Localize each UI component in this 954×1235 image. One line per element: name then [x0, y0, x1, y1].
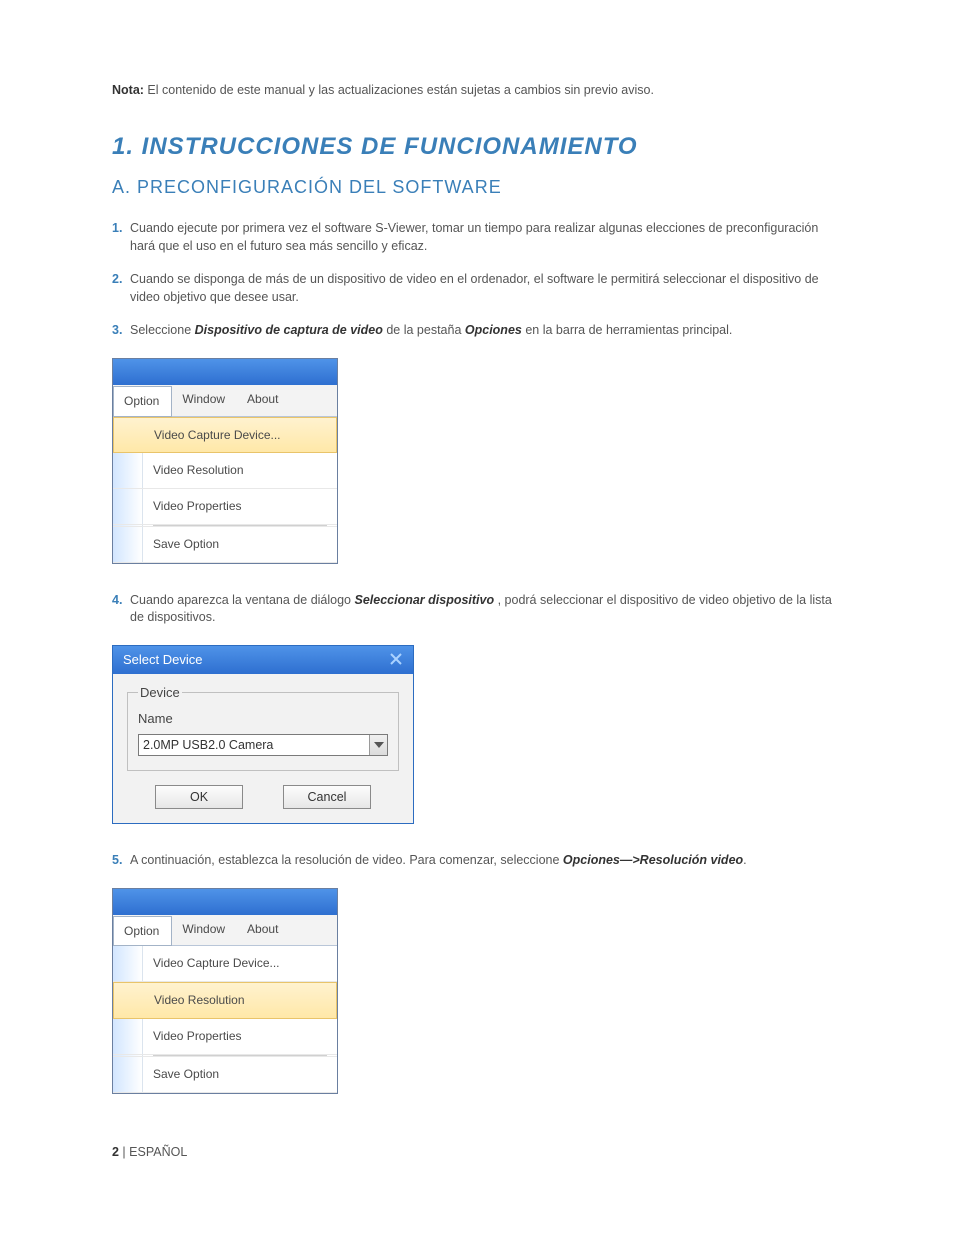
- step-number: 4.: [112, 592, 130, 627]
- heading-2: A. PRECONFIGURACIÓN DEL SOFTWARE: [112, 175, 842, 200]
- menu-item-video-capture-device[interactable]: Video Capture Device...: [113, 417, 337, 454]
- step-text: Cuando ejecute por primera vez el softwa…: [130, 220, 842, 255]
- menu-about[interactable]: About: [237, 385, 290, 416]
- name-label: Name: [138, 710, 388, 728]
- footer-separator: |: [119, 1145, 129, 1159]
- step-2: 2. Cuando se disponga de más de un dispo…: [112, 271, 842, 306]
- window-titlebar: [113, 889, 337, 915]
- menu-item-video-properties[interactable]: Video Properties: [113, 489, 337, 525]
- menu-item-label: Video Capture Device...: [143, 946, 337, 981]
- step-number: 5.: [112, 852, 130, 870]
- menu-item-label: Save Option: [143, 1057, 337, 1092]
- menubar: Option Window About: [113, 385, 337, 417]
- step-number: 2.: [112, 271, 130, 306]
- close-icon[interactable]: [387, 650, 407, 670]
- menu-item-video-resolution[interactable]: Video Resolution: [113, 453, 337, 489]
- menu-gutter: [114, 418, 144, 453]
- menu-window[interactable]: Window: [172, 385, 237, 416]
- menu-item-label: Video Resolution: [144, 983, 336, 1018]
- menu-gutter: [113, 946, 143, 981]
- menu-window[interactable]: Window: [172, 915, 237, 946]
- menu-item-label: Video Properties: [143, 489, 337, 524]
- menu-item-save-option[interactable]: Save Option: [113, 527, 337, 563]
- figure-option-menu-capture: Option Window About Video Capture Device…: [112, 358, 842, 564]
- dialog-title: Select Device: [123, 651, 202, 669]
- menu-item-label: Save Option: [143, 527, 337, 562]
- menu-gutter: [113, 1057, 143, 1092]
- menu-gutter: [113, 525, 143, 526]
- step-3: 3. Seleccione Dispositivo de captura de …: [112, 322, 842, 340]
- option-menu-window: Option Window About Video Capture Device…: [112, 358, 338, 564]
- menu-item-label: Video Resolution: [143, 453, 337, 488]
- option-dropdown: Video Capture Device... Video Resolution…: [113, 417, 337, 563]
- menu-item-label: Video Properties: [143, 1019, 337, 1054]
- device-legend: Device: [138, 684, 182, 702]
- menu-item-video-resolution[interactable]: Video Resolution: [113, 982, 337, 1019]
- page-number: 2: [112, 1145, 119, 1159]
- heading-1: 1. INSTRUCCIONES DE FUNCIONAMIENTO: [112, 130, 842, 164]
- window-titlebar: [113, 359, 337, 385]
- step-4: 4. Cuando aparezca la ventana de diálogo…: [112, 592, 842, 627]
- ok-button[interactable]: OK: [155, 785, 243, 809]
- menu-gutter: [113, 1055, 143, 1056]
- note-text: Nota: El contenido de este manual y las …: [112, 82, 842, 100]
- chevron-down-icon[interactable]: [369, 735, 387, 755]
- note-body: El contenido de este manual y las actual…: [144, 83, 654, 97]
- step-text: Cuando se disponga de más de un disposit…: [130, 271, 842, 306]
- menu-gutter: [113, 1019, 143, 1054]
- menubar: Option Window About: [113, 915, 337, 947]
- cancel-button[interactable]: Cancel: [283, 785, 371, 809]
- option-dropdown: Video Capture Device... Video Resolution…: [113, 946, 337, 1092]
- menu-option[interactable]: Option: [113, 386, 172, 417]
- menu-gutter: [113, 489, 143, 524]
- device-name-combobox[interactable]: 2.0MP USB2.0 Camera: [138, 734, 388, 756]
- step-1: 1. Cuando ejecute por primera vez el sof…: [112, 220, 842, 255]
- step-number: 1.: [112, 220, 130, 255]
- menu-item-video-properties[interactable]: Video Properties: [113, 1019, 337, 1055]
- dialog-titlebar: Select Device: [113, 646, 413, 674]
- figure-select-device-dialog: Select Device Device Name 2.0MP USB2.0 C…: [112, 645, 842, 824]
- figure-option-menu-resolution: Option Window About Video Capture Device…: [112, 888, 842, 1094]
- menu-item-save-option[interactable]: Save Option: [113, 1057, 337, 1093]
- menu-item-label: Video Capture Device...: [144, 418, 336, 453]
- page-footer: 2 | ESPAÑOL: [112, 1144, 842, 1162]
- menu-gutter: [113, 453, 143, 488]
- combobox-value: 2.0MP USB2.0 Camera: [139, 735, 369, 755]
- footer-language: ESPAÑOL: [129, 1145, 187, 1159]
- select-device-dialog: Select Device Device Name 2.0MP USB2.0 C…: [112, 645, 414, 824]
- step-5: 5. A continuación, establezca la resoluc…: [112, 852, 842, 870]
- step-text: A continuación, establezca la resolución…: [130, 852, 747, 870]
- menu-about[interactable]: About: [237, 915, 290, 946]
- note-label: Nota:: [112, 83, 144, 97]
- option-menu-window: Option Window About Video Capture Device…: [112, 888, 338, 1094]
- menu-item-video-capture-device[interactable]: Video Capture Device...: [113, 946, 337, 982]
- step-number: 3.: [112, 322, 130, 340]
- step-text: Cuando aparezca la ventana de diálogo Se…: [130, 592, 842, 627]
- menu-gutter: [114, 983, 144, 1018]
- device-fieldset: Device Name 2.0MP USB2.0 Camera: [127, 684, 399, 771]
- step-text: Seleccione Dispositivo de captura de vid…: [130, 322, 732, 340]
- menu-gutter: [113, 527, 143, 562]
- menu-option[interactable]: Option: [113, 916, 172, 947]
